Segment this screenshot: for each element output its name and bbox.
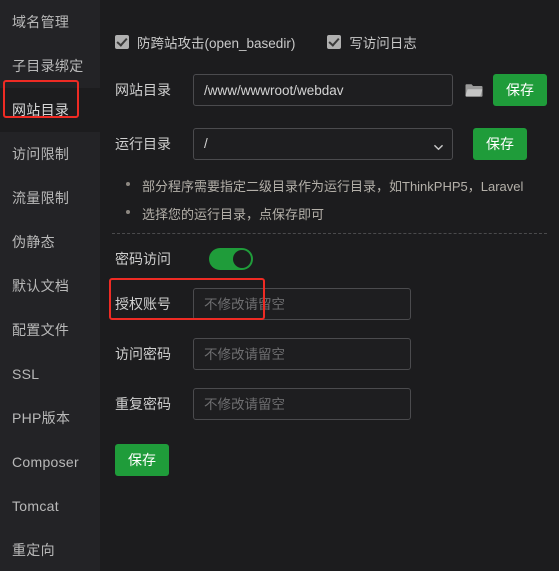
sidebar-item-subdirectory-binding[interactable]: 子目录绑定 [0,44,100,88]
access-password-input[interactable] [193,338,411,370]
tip-item: 部分程序需要指定二级目录作为运行目录，如ThinkPHP5，Laravel [126,176,559,195]
run-directory-save-button[interactable]: 保存 [473,128,527,160]
repeat-password-row: 重复密码 [115,388,559,420]
site-directory-save-button[interactable]: 保存 [493,74,547,106]
repeat-password-label: 重复密码 [115,396,171,412]
sidebar-item-label: 访问限制 [12,146,70,162]
site-directory-row: 网站目录 保存 [115,74,559,106]
auth-account-label: 授权账号 [115,296,171,312]
sidebar-item-access-restriction[interactable]: 访问限制 [0,132,100,176]
sidebar-item-label: 配置文件 [12,322,70,338]
sidebar-item-label: 伪静态 [12,234,55,250]
sidebar-item-config-file[interactable]: 配置文件 [0,308,100,352]
auth-account-input[interactable] [193,288,411,320]
sidebar-item-label: Tomcat [12,498,59,514]
security-options-row: 防跨站攻击(open_basedir) 写访问日志 [100,0,559,52]
password-access-row: 密码访问 [115,248,256,270]
sidebar-item-website-directory[interactable]: 网站目录 [0,88,100,132]
sidebar-item-default-document[interactable]: 默认文档 [0,264,100,308]
access-password-label: 访问密码 [115,346,171,362]
run-directory-select-wrapper: / [193,128,453,160]
password-access-toggle[interactable] [209,248,253,270]
checkbox-checked-icon [115,35,129,49]
sidebar-item-label: 流量限制 [12,190,70,206]
sidebar-item-composer[interactable]: Composer [0,440,100,484]
access-password-row: 访问密码 [115,338,559,370]
sidebar-item-domain-management[interactable]: 域名管理 [0,0,100,44]
folder-icon[interactable] [465,83,483,98]
sidebar-item-label: Composer [12,454,79,470]
sidebar-item-pseudo-static[interactable]: 伪静态 [0,220,100,264]
password-access-label: 密码访问 [115,251,171,267]
write-access-log-label: 写访问日志 [349,36,417,51]
write-access-log-checkbox[interactable]: 写访问日志 [327,32,417,52]
run-directory-label: 运行目录 [115,136,171,152]
sidebar-item-label: 默认文档 [12,278,70,294]
sidebar-item-php-version[interactable]: PHP版本 [0,396,100,440]
sidebar-item-label: 重定向 [12,542,55,558]
settings-content: 防跨站攻击(open_basedir) 写访问日志 网站目录 保存 运行目录 [100,0,559,571]
auth-account-row: 授权账号 [115,288,559,320]
sidebar-item-ssl[interactable]: SSL [0,352,100,396]
sidebar-item-label: 域名管理 [12,14,70,30]
password-access-save-button[interactable]: 保存 [115,444,169,476]
repeat-password-input[interactable] [193,388,411,420]
sidebar-item-traffic-limit[interactable]: 流量限制 [0,176,100,220]
run-directory-select[interactable]: / [193,128,453,160]
site-directory-label: 网站目录 [115,82,171,98]
section-divider [112,233,547,234]
sidebar-item-redirect[interactable]: 重定向 [0,528,100,571]
sidebar-item-tomcat[interactable]: Tomcat [0,484,100,528]
site-directory-input[interactable] [193,74,453,106]
tip-item: 选择您的运行目录，点保存即可 [126,204,559,223]
checkbox-checked-icon [327,35,342,49]
sidebar-nav: 域名管理 子目录绑定 网站目录 访问限制 流量限制 伪静态 默认文档 配置文件 … [0,0,100,571]
sidebar-item-label: SSL [12,366,40,382]
sidebar-item-label: 网站目录 [12,102,70,118]
sidebar-item-label: PHP版本 [12,410,71,426]
run-directory-tips: 部分程序需要指定二级目录作为运行目录，如ThinkPHP5，Laravel 选择… [126,176,559,223]
sidebar-item-label: 子目录绑定 [12,58,84,74]
anti-cross-site-checkbox[interactable]: 防跨站攻击(open_basedir) [115,32,295,52]
anti-cross-site-label: 防跨站攻击(open_basedir) [137,36,296,51]
website-directory-settings-panel: 域名管理 子目录绑定 网站目录 访问限制 流量限制 伪静态 默认文档 配置文件 … [0,0,559,571]
run-directory-row: 运行目录 / 保存 [115,128,559,160]
